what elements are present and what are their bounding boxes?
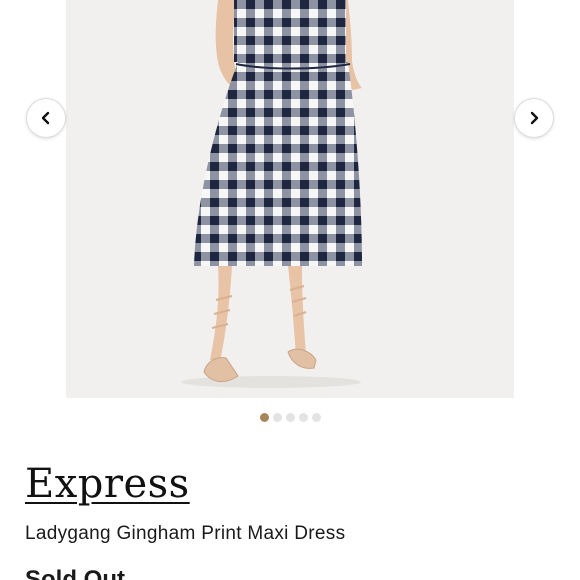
product-photo[interactable]: [66, 0, 514, 398]
listing-page: Express Ladygang Gingham Print Maxi Dres…: [0, 0, 580, 580]
dress-illustration: [181, 0, 362, 388]
chevron-right-icon: [530, 111, 539, 125]
chevron-left-icon: [41, 111, 50, 125]
image-carousel: [0, 0, 580, 422]
carousel-pagination: [260, 413, 321, 422]
product-title: Ladygang Gingham Print Maxi Dress: [25, 523, 346, 544]
sold-out-status: Sold Out: [25, 566, 125, 580]
carousel-dot-3[interactable]: [286, 413, 295, 422]
next-image-button[interactable]: [514, 98, 554, 138]
carousel-dot-1[interactable]: [260, 413, 269, 422]
carousel-dot-5[interactable]: [312, 413, 321, 422]
carousel-dot-2[interactable]: [273, 413, 282, 422]
brand-link[interactable]: Express: [25, 462, 190, 506]
carousel-dot-4[interactable]: [299, 413, 308, 422]
previous-image-button[interactable]: [26, 98, 66, 138]
